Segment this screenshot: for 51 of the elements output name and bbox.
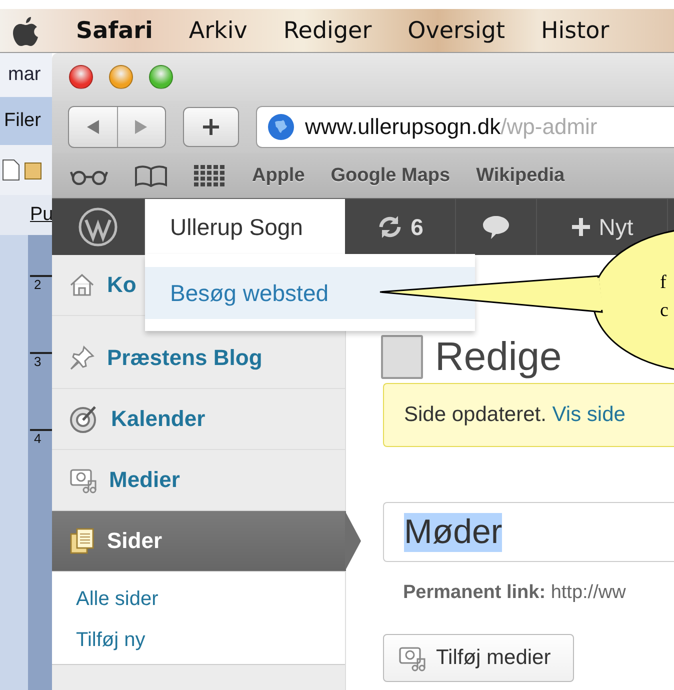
bookmark-link[interactable]: Apple: [252, 164, 305, 186]
add-bookmark-button[interactable]: [183, 107, 239, 147]
menu-item[interactable]: Oversigt: [408, 18, 505, 44]
bookmark-link[interactable]: Google Maps: [330, 164, 450, 186]
menu-item[interactable]: Histor: [540, 18, 610, 44]
close-button[interactable]: [69, 65, 93, 89]
callout-text: c: [660, 300, 668, 322]
grid-icon[interactable]: [194, 164, 226, 186]
toolbar-label[interactable]: Pu: [0, 195, 52, 235]
pushpin-icon: [69, 345, 95, 371]
page-heading: Redige: [435, 337, 562, 377]
page-icon: [381, 335, 423, 379]
right-triangle-icon: [134, 119, 148, 135]
plus-icon: [201, 117, 221, 137]
document-tab[interactable]: mar: [0, 53, 52, 97]
notice-text: Side opdateret.: [404, 403, 548, 427]
wordpress-logo-icon[interactable]: [78, 207, 118, 247]
visit-site-link[interactable]: Besøg websted: [145, 267, 475, 319]
media-icon: [398, 644, 426, 672]
site-name-tab[interactable]: Ullerup Sogn: [145, 199, 345, 255]
zoom-button[interactable]: [149, 65, 173, 89]
submenu-link[interactable]: Alle sider: [76, 588, 345, 611]
target-icon: [69, 404, 99, 434]
submenu-link[interactable]: Tilføj ny: [76, 629, 345, 652]
sidebar-item[interactable]: Sider: [52, 511, 346, 572]
globe-icon: [267, 113, 295, 141]
pages-icon: [69, 527, 95, 555]
menu-item[interactable]: Safari: [76, 18, 153, 44]
document-icon[interactable]: [2, 159, 20, 181]
address-field[interactable]: www.ullerupsogn.dk/wp-admir: [256, 106, 674, 148]
apple-logo-icon[interactable]: [12, 14, 40, 46]
title-field[interactable]: Møder: [383, 502, 674, 562]
add-media-button[interactable]: Tilføj medier: [383, 634, 574, 682]
menu-item[interactable]: Filer: [0, 97, 52, 145]
comment-bubble-icon[interactable]: [481, 214, 511, 240]
media-icon: [69, 466, 97, 494]
callout-text: f: [660, 272, 666, 294]
book-icon[interactable]: [134, 164, 168, 186]
permalink-text: Permanent link: http://ww: [403, 582, 626, 604]
new-menu-label[interactable]: Nyt: [598, 214, 634, 240]
plus-icon[interactable]: [570, 217, 591, 237]
menu-item[interactable]: Arkiv: [188, 18, 248, 44]
refresh-icon[interactable]: [376, 214, 403, 240]
view-page-link[interactable]: Vis side: [552, 403, 626, 427]
menu-item[interactable]: Rediger: [283, 18, 372, 44]
sidebar-item[interactable]: Kalender: [52, 389, 345, 450]
left-triangle-icon: [86, 119, 100, 135]
minimize-button[interactable]: [109, 65, 133, 89]
update-count[interactable]: 6: [410, 214, 424, 240]
house-icon: [69, 272, 95, 298]
bookmark-link[interactable]: Wikipedia: [476, 164, 565, 186]
